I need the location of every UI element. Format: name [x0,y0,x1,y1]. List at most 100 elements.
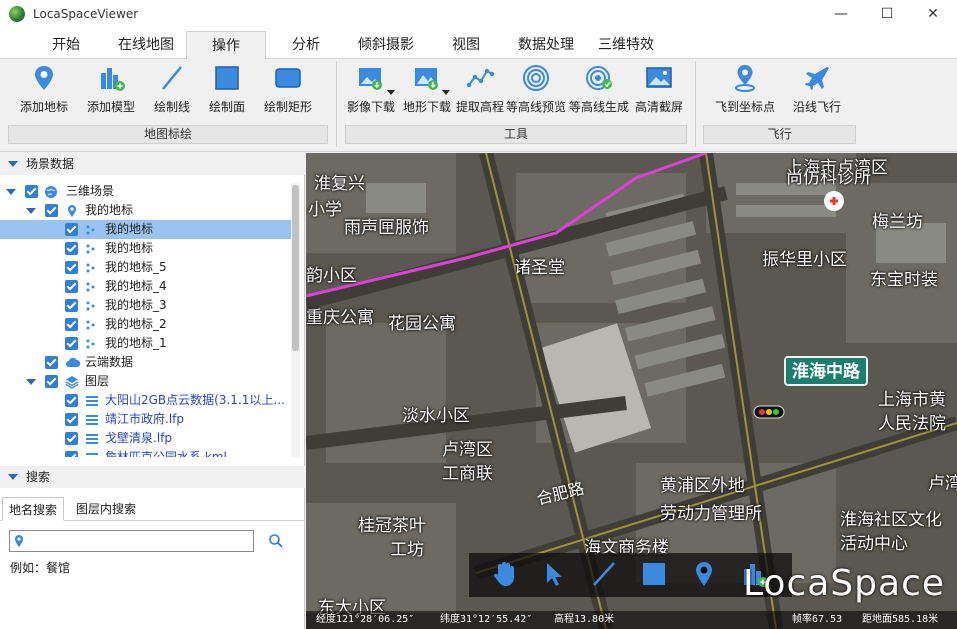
checkbox[interactable] [45,204,58,217]
add-model-label: 添加模型 [86,100,135,114]
tree-node-layer[interactable]: 戈壁清泉.lfp [0,429,292,448]
map-label: 尚仿科诊所 [786,168,871,188]
scene-data-header[interactable]: 场景数据 [0,153,305,175]
rectangle-icon [273,63,303,93]
maximize-button[interactable]: ☐ [864,0,910,28]
map-label: 活动中心 [840,534,908,554]
draw-rectangle-button[interactable]: 绘制矩形 [260,63,316,121]
checkbox[interactable] [65,261,78,274]
tree-node-place[interactable]: 我的地标_2 [0,315,292,334]
draw-rectangle-label: 绘制矩形 [263,100,312,114]
tab-3d-effects[interactable]: 三维特效 [588,31,664,59]
tree-node-cloud[interactable]: 云端数据 [0,353,292,372]
tree-node-layer[interactable]: 靖江市政府.lfp [0,410,292,429]
map-label: 东宝时装 [870,270,938,290]
search-icon[interactable] [268,533,284,549]
image-download-dropdown-icon[interactable] [387,90,395,95]
extract-elevation-button[interactable]: 提取高程 [456,63,504,121]
hd-screenshot-button[interactable]: 高清截屏 [632,63,686,121]
checkbox[interactable] [45,356,58,369]
placemark-tool-icon[interactable] [689,559,719,589]
checkbox[interactable] [65,299,78,312]
checkbox[interactable] [25,185,38,198]
contour-preview-button[interactable]: 等高线预览 [506,63,566,121]
left-panel: 场景数据 三维场景 我的地标 我的地标 我的地标 我的地标_5 我的地标_4 我… [0,153,305,629]
minimize-button[interactable]: — [818,0,864,28]
group-label-fly: 飞行 [703,125,856,144]
map-label: 雨声匣服饰 [344,218,429,238]
terrain-download-label: 地形下载 [402,100,451,114]
checkbox[interactable] [65,223,78,236]
tree-node-place[interactable]: 我的地标_4 [0,277,292,296]
distance-readout: 距地面585.18米 [862,614,939,625]
dots-icon [85,337,99,351]
checkbox[interactable] [65,394,78,407]
fly-to-point-button[interactable]: 飞到坐标点 [712,63,778,121]
tree-node-layers[interactable]: 图层 [0,372,292,391]
checkbox[interactable] [65,337,78,350]
tab-operation[interactable]: 操作 [186,31,266,59]
tab-online-map[interactable]: 在线地图 [108,31,184,59]
map-view[interactable]: 淮复兴 小学 雨声匣服饰 诸圣堂 韵小区 重庆公寓 花园公寓 淡水小区 卢湾区 … [306,153,957,629]
map-label: 重庆公寓 [306,308,374,328]
tree-label: 我的地标_3 [105,298,167,312]
scrollbar-thumb[interactable] [292,185,299,351]
checkbox[interactable] [65,413,78,426]
tree-node-place[interactable]: 我的地标 [0,220,292,239]
checkbox[interactable] [65,280,78,293]
expand-icon[interactable] [26,379,36,385]
tree-node-layer[interactable]: 詹林匹克公园水系.kml [0,448,292,457]
pan-hand-icon[interactable] [489,559,519,589]
tab-view[interactable]: 视图 [440,31,492,59]
contour-generate-button[interactable]: 等高线生成 [568,63,630,121]
tree-node-place[interactable]: 我的地标_1 [0,334,292,353]
draw-line-button[interactable]: 绘制线 [148,63,196,121]
draw-line-tool-icon[interactable] [589,559,619,589]
collapse-icon[interactable] [8,474,18,480]
add-model-button[interactable]: 添加模型 [82,63,140,121]
expand-icon[interactable] [26,208,36,214]
tab-analysis[interactable]: 分析 [280,31,332,59]
tree-node-layer[interactable]: 大阳山2GB点云数据(3.1.1以上... [0,391,292,410]
search-input[interactable] [9,530,254,552]
map-label: 诸圣堂 [514,258,565,278]
terrain-download-dropdown-icon[interactable] [442,90,450,95]
tree-label: 我的地标_5 [105,260,167,274]
map-label: 工商联 [442,464,493,484]
tab-place-search[interactable]: 地名搜索 [2,497,65,521]
contour-generate-icon [584,63,614,93]
search-title: 搜索 [26,470,51,484]
select-arrow-icon[interactable] [539,559,569,589]
checkbox[interactable] [65,242,78,255]
airplane-icon [802,63,832,93]
add-placemark-button[interactable]: 添加地标 [14,63,74,121]
tree-scrollbar[interactable] [291,183,300,457]
search-header[interactable]: 搜索 [0,466,305,488]
checkbox[interactable] [65,432,78,445]
close-button[interactable]: ✕ [910,0,956,28]
tree-node-place[interactable]: 我的地标_5 [0,258,292,277]
tree-node-place[interactable]: 我的地标 [0,239,292,258]
map-label: 卢湾区 [442,440,493,460]
checkbox[interactable] [65,451,78,457]
tree-node-my-places[interactable]: 我的地标 [0,201,292,220]
checkbox[interactable] [65,318,78,331]
collapse-icon[interactable] [8,161,18,167]
tab-oblique-photo[interactable]: 倾斜摄影 [346,31,426,59]
draw-polygon-tool-icon[interactable] [639,559,669,589]
tab-start[interactable]: 开始 [38,31,94,59]
tree-label: 我的地标_4 [105,279,167,293]
tab-data-processing[interactable]: 数据处理 [506,31,586,59]
map-label: 黄浦区外地 [660,476,745,496]
draw-polygon-button[interactable]: 绘制面 [203,63,251,121]
expand-icon[interactable] [6,189,16,195]
search-hint: 例如：餐馆 [10,561,71,575]
dots-icon [85,242,99,256]
tab-layer-search[interactable]: 图层内搜索 [70,497,142,521]
tree-node-root[interactable]: 三维场景 [0,182,292,201]
fly-along-line-button[interactable]: 沿线飞行 [790,63,844,121]
checkbox[interactable] [45,375,58,388]
tree-node-place[interactable]: 我的地标_3 [0,296,292,315]
status-bar: 经度121°28′06.25″ 纬度31°12′55.42″ 高程13.80米 … [306,611,957,629]
terrain-download-icon [412,63,442,93]
